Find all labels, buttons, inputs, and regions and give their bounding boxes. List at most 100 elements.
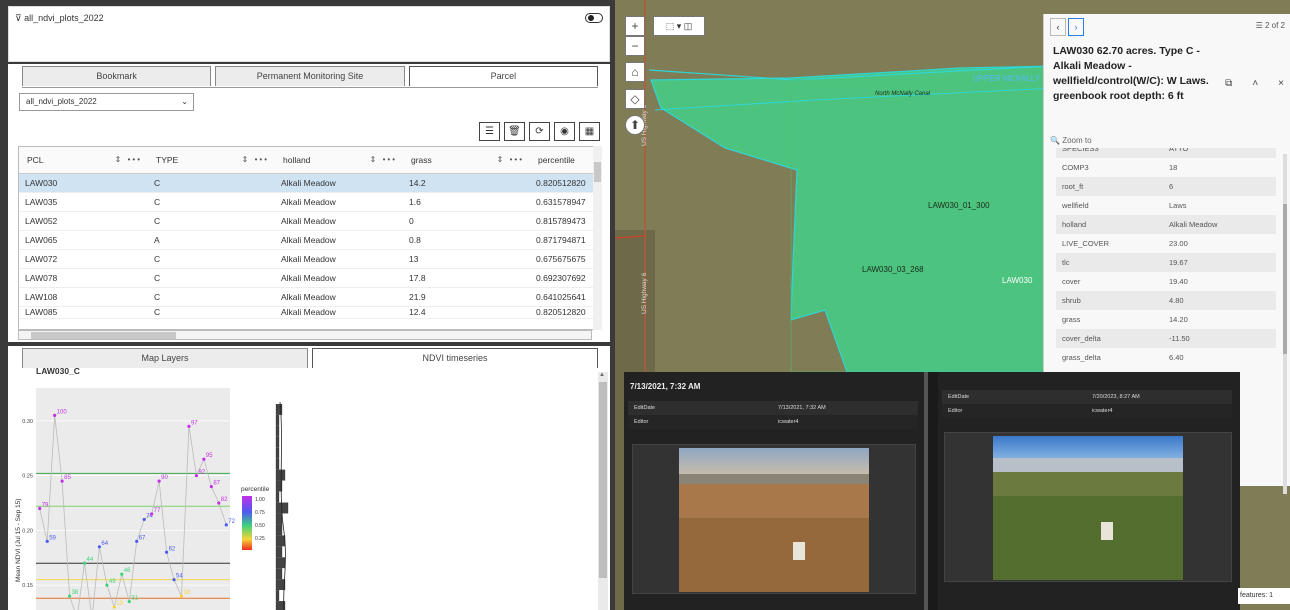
dock-icon[interactable]: ⧉ xyxy=(1225,78,1232,89)
next-feature-icon[interactable]: › xyxy=(1068,18,1084,36)
table-horizontal-scrollbar[interactable] xyxy=(18,330,592,340)
popup-count[interactable]: ☰ 2 of 2 xyxy=(1256,21,1285,30)
histogram-bar xyxy=(275,546,283,558)
y-tick-label: 0.20 xyxy=(22,528,33,534)
sort-options-icon[interactable]: ⇕ ••• xyxy=(115,155,142,164)
viewer-divider[interactable] xyxy=(924,372,938,610)
column-label: PCL xyxy=(27,154,44,165)
attribute-key: COMP3 xyxy=(1062,163,1089,172)
column-header-pcl[interactable]: PCL ⇕ ••• xyxy=(19,147,148,174)
photo-meta-key: EditDate xyxy=(948,394,970,400)
scroll-up-icon[interactable]: ▲ xyxy=(599,372,605,378)
cell-holland: Alkali Meadow xyxy=(275,287,403,307)
attribute-row: SPECIES3 ATTO xyxy=(1056,148,1276,158)
popup-scrollbar[interactable] xyxy=(1283,154,1287,494)
table-tabs: Bookmark Permanent Monitoring Site Parce… xyxy=(8,64,610,86)
cell-percentile: 0.631578947 xyxy=(530,192,601,212)
clear-selection-icon[interactable]: 🗑 xyxy=(504,122,525,141)
histogram-bar xyxy=(275,425,280,437)
column-header-holland[interactable]: holland ⇕ ••• xyxy=(275,147,403,174)
table-row[interactable]: LAW030 C Alkali Meadow 14.2 0.820512820 xyxy=(19,173,601,193)
legend-title: percentile xyxy=(241,486,270,493)
table-row[interactable]: LAW108 C Alkali Meadow 21.9 0.641025641 xyxy=(19,287,601,307)
cell-grass: 12.4 xyxy=(403,306,530,319)
home-icon[interactable]: ⌂ xyxy=(625,62,645,82)
point-label: 62 xyxy=(169,546,176,552)
table-header-row: PCL ⇕ ••• TYPE ⇕ ••• holland ⇕ ••• grass ⇕ •… xyxy=(19,147,601,174)
attribute-key: cover_delta xyxy=(1062,334,1101,343)
attribute-value: ATTO xyxy=(1169,148,1189,153)
collapse-icon[interactable]: ˄ xyxy=(1252,78,1258,89)
point-label: 49 xyxy=(109,579,116,585)
cell-type: A xyxy=(148,230,275,250)
select-tool-icon[interactable]: ⬚ ▾ ◫ xyxy=(653,16,705,36)
cell-holland: Alkali Meadow xyxy=(275,211,403,231)
scroll-thumb[interactable] xyxy=(31,332,176,339)
column-header-percentile[interactable]: percentile xyxy=(530,147,601,174)
histogram-bar xyxy=(275,524,283,536)
tab-bookmark[interactable]: Bookmark xyxy=(22,66,212,86)
point-label: 77 xyxy=(154,508,161,514)
cell-pcl: LAW030 xyxy=(19,173,148,193)
table-vertical-scrollbar[interactable] xyxy=(593,146,602,330)
scroll-thumb[interactable] xyxy=(599,382,607,578)
table-row[interactable]: LAW078 C Alkali Meadow 17.8 0.692307692 xyxy=(19,268,601,288)
scroll-thumb[interactable] xyxy=(1283,204,1287,354)
sort-options-icon[interactable]: ⇕ ••• xyxy=(242,155,269,164)
cell-type: C xyxy=(148,192,275,212)
refresh-icon[interactable]: ⟳ xyxy=(529,122,550,141)
locate-icon[interactable]: ◇ xyxy=(625,89,645,109)
previous-feature-icon[interactable]: ‹ xyxy=(1050,18,1066,36)
grid-options-icon[interactable]: ▦ xyxy=(579,122,600,141)
photo-meta-value: 7/20/2023, 8:27 AM xyxy=(1092,394,1140,400)
photo-title: 7/13/2021, 7:32 AM xyxy=(630,382,701,391)
layer-select[interactable]: all_ndvi_plots_2022 ⌄ xyxy=(19,93,194,111)
cell-type: C xyxy=(148,173,275,193)
tab-parcel[interactable]: Parcel xyxy=(408,66,598,86)
point-label: 46 xyxy=(124,568,131,574)
sort-options-icon[interactable]: ⇕ ••• xyxy=(497,155,524,164)
tab-ndvi-timeseries[interactable]: NDVI timeseries xyxy=(312,348,598,368)
popup-count-text: 2 of 2 xyxy=(1264,21,1285,30)
table-row[interactable]: LAW035 C Alkali Meadow 1.6 0.631578947 xyxy=(19,192,601,212)
table-row[interactable]: LAW072 C Alkali Meadow 13 0.675675675 xyxy=(19,249,601,269)
zoom-to-button[interactable]: 🔍 Zoom to xyxy=(1050,136,1092,145)
attribute-value: -11.50 xyxy=(1169,334,1190,343)
photo-meta-value: icwater4 xyxy=(778,419,799,425)
histogram-bar xyxy=(275,458,280,470)
legend-tick-label: 1.00 xyxy=(255,497,265,503)
photo-meta-value: icwater4 xyxy=(1092,408,1113,414)
scroll-thumb[interactable] xyxy=(594,162,601,182)
sort-options-icon[interactable]: ⇕ ••• xyxy=(370,155,397,164)
field-photo[interactable] xyxy=(679,448,869,592)
attribute-key: grass xyxy=(1062,315,1081,324)
table-row[interactable]: LAW052 C Alkali Meadow 0 0.815789473 xyxy=(19,211,601,231)
map-label-plot-268: LAW030_03_268 xyxy=(862,265,924,274)
point-label: 79 xyxy=(42,502,49,508)
tab-map-layers[interactable]: Map Layers xyxy=(22,348,308,368)
layer-select-value: all_ndvi_plots_2022 xyxy=(26,97,97,106)
attribute-key: SPECIES3 xyxy=(1062,148,1099,153)
table-row[interactable]: LAW065 A Alkali Meadow 0.8 0.871794871 xyxy=(19,230,601,250)
chart-scrollbar[interactable]: ▲ xyxy=(598,372,608,610)
tab-permanent-monitoring-site[interactable]: Permanent Monitoring Site xyxy=(215,66,405,86)
filter-title-text: all_ndvi_plots_2022 xyxy=(24,13,104,23)
cell-percentile: 0.820512820 xyxy=(530,173,601,193)
cell-holland: Alkali Meadow xyxy=(275,192,403,212)
show-selection-icon[interactable]: ☰ xyxy=(479,122,500,141)
cell-holland: Alkali Meadow xyxy=(275,230,403,250)
zoom-in-button[interactable]: + xyxy=(625,16,645,36)
zoom-out-button[interactable]: − xyxy=(625,36,645,56)
y-tick-label: 0.25 xyxy=(22,474,33,480)
point-label: 38 xyxy=(72,590,79,596)
attribute-value: Alkali Meadow xyxy=(1169,220,1218,229)
table-row[interactable]: LAW085 C Alkali Meadow 12.4 0.820512820 xyxy=(19,306,601,319)
column-header-type[interactable]: TYPE ⇕ ••• xyxy=(148,147,275,174)
attribute-key: shrub xyxy=(1062,296,1081,305)
field-photo[interactable] xyxy=(993,436,1183,580)
close-icon[interactable]: × xyxy=(1278,78,1284,89)
toggle-columns-icon[interactable]: ◉ xyxy=(554,122,575,141)
filter-toggle[interactable] xyxy=(585,13,603,23)
column-header-grass[interactable]: grass ⇕ ••• xyxy=(403,147,530,174)
compass-icon[interactable]: ⬆ xyxy=(625,115,645,135)
